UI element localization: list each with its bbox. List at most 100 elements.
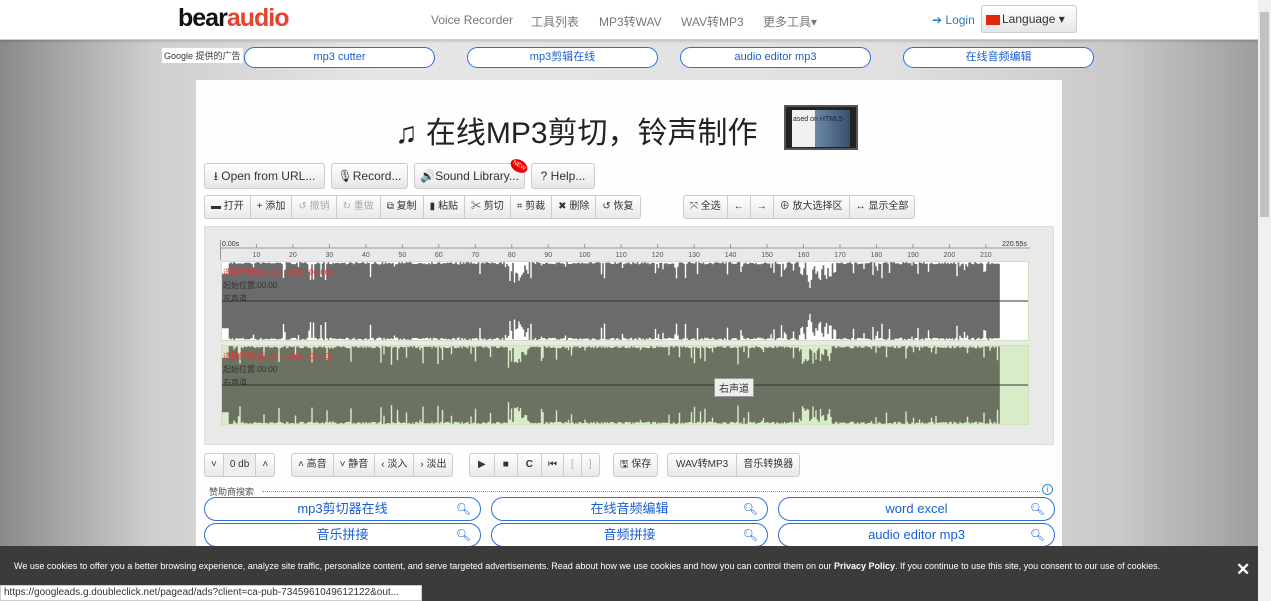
open-from-url-button[interactable]: ⭳ Open from URL... <box>204 163 325 189</box>
download-icon: ⭳ <box>213 169 218 183</box>
info-icon[interactable]: i <box>1042 484 1053 495</box>
logo[interactable]: bearaudio <box>178 4 289 33</box>
close-icon[interactable]: ✕ <box>1236 560 1250 580</box>
ruler-tick-label: 10 <box>253 252 261 259</box>
sponsor-search-link[interactable]: mp3剪切器在线 🔍︎ <box>204 497 481 521</box>
mute-button[interactable]: ˅ 静音 <box>334 454 376 476</box>
volume-control: ˅ 0 db ˄ <box>204 453 276 477</box>
selection-range-label: 选择区域:00:00 - 00:00 (00:00) <box>223 268 332 277</box>
zoom-button[interactable]: ⊕ 放大选择区 <box>774 196 850 218</box>
channel-name-label: 右声道 <box>223 378 247 387</box>
ad-link[interactable]: audio editor mp3 <box>680 47 871 68</box>
ad-link[interactable]: mp3 cutter <box>244 47 435 68</box>
search-icon: 🔍︎ <box>455 528 471 542</box>
ruler-tick-label: 20 <box>289 252 297 259</box>
volume-up-button[interactable]: ˄ <box>256 454 274 476</box>
right-channel-waveform[interactable]: 选择区域:00:00 - 00:00 (00:00) 起始位置:00:00 右声道 <box>221 345 1029 425</box>
ruler-tick-label: 120 <box>652 252 664 259</box>
search-icon: 🔍︎ <box>455 502 471 516</box>
start-position-label: 起始位置:00:00 <box>223 365 278 374</box>
loop-icon[interactable]: C <box>518 454 542 476</box>
restore-button[interactable]: ↺ 恢复 <box>596 196 639 218</box>
redo-button[interactable]: ↻ 重做 <box>337 196 381 218</box>
undo-button[interactable]: ↺ 撤销 <box>292 196 337 218</box>
ruler-tick-label: 100 <box>579 252 591 259</box>
wav-to-mp3-button[interactable]: WAV转MP3 <box>668 454 738 476</box>
edit-toolbar: ▬ 打开 + 添加 ↺ 撤销 ↻ 重做 ⧉ 复制 ▮ 粘贴 ✂ 剪切 ⌗ 剪裁 ✖ 删除 ↺ 恢复 <box>204 195 641 219</box>
scrollbar[interactable] <box>1258 0 1271 601</box>
nav-wav-to-mp3[interactable]: WAV转MP3 <box>681 13 744 30</box>
music-converter-button[interactable]: 音乐转换器 <box>737 454 799 476</box>
channel-name-label: 左声道 <box>223 294 247 303</box>
crop-button[interactable]: ⌗ 剪裁 <box>511 196 553 218</box>
folder-open-button[interactable]: ▬ 打开 <box>205 196 251 218</box>
video-thumbnail[interactable]: ased on HTML5 <box>784 105 858 150</box>
stop-icon[interactable]: ■ <box>495 454 518 476</box>
play-icon[interactable]: ▶ <box>470 454 495 476</box>
page-title: ♫ 在线MP3剪切，铃声制作 <box>395 117 758 150</box>
scissors-button[interactable]: ✂ 剪切 <box>465 196 511 218</box>
ruler-tick-label: 40 <box>362 252 370 259</box>
navbar: bearaudio Voice Recorder 工具列表 MP3转WAV WA… <box>0 0 1258 40</box>
nav-mp3-to-wav[interactable]: MP3转WAV <box>599 13 662 30</box>
nav-voice-recorder[interactable]: Voice Recorder <box>431 13 513 27</box>
privacy-policy-link[interactable]: Privacy Policy <box>834 561 895 571</box>
search-icon: 🔍︎ <box>1029 502 1045 516</box>
expand-button[interactable]: ↔ 显示全部 <box>850 196 915 218</box>
left-channel-waveform[interactable]: 选择区域:00:00 - 00:00 (00:00) 起始位置:00:00 左声道 <box>221 261 1029 341</box>
arrow-right-button[interactable]: → <box>751 196 774 218</box>
ruler-end-label: 220.55s <box>1002 241 1027 248</box>
time-ruler[interactable]: 0.00s 220.55s 10 20 30 40 50 60 70 80 90 100 110 120 1… <box>220 238 1030 260</box>
ruler-tick-label: 210 <box>980 252 992 259</box>
effects-toolbar: ˄ 高音 ˅ 静音 ‹ 淡入 › 淡出 <box>291 453 454 477</box>
delete-button[interactable]: ✖ 删除 <box>552 196 597 218</box>
playback-toolbar: ▶ ■ C ⏮ [ ] <box>469 453 600 477</box>
login-icon: ➔ <box>932 13 943 27</box>
ruler-tick-label: 130 <box>688 252 700 259</box>
arrow-left-button[interactable]: ← <box>728 196 751 218</box>
plus-button[interactable]: + 添加 <box>251 196 293 218</box>
ruler-tick-label: 150 <box>761 252 773 259</box>
ad-link[interactable]: 在线音频编辑 <box>903 47 1094 68</box>
ruler-tick-label: 60 <box>435 252 443 259</box>
nav-more-tools[interactable]: 更多工具▾ <box>763 13 817 30</box>
view-toolbar: ⤧ 全选 ← → ⊕ 放大选择区 ↔ 显示全部 <box>683 195 916 219</box>
volume-down-button[interactable]: ˅ <box>205 454 224 476</box>
sponsor-search-link[interactable]: audio editor mp3 🔍︎ <box>778 523 1055 547</box>
help-button[interactable]: ? Help... <box>531 163 595 189</box>
sponsor-search-link[interactable]: word excel 🔍︎ <box>778 497 1055 521</box>
mark-end-button[interactable]: ] <box>582 454 599 476</box>
fade-out-button[interactable]: › 淡出 <box>414 454 452 476</box>
language-dropdown[interactable]: Language ▾ <box>981 5 1077 33</box>
login-link[interactable]: ➔ Login <box>932 13 975 27</box>
save-button[interactable]: 🖫 保存 <box>613 453 659 477</box>
sponsor-search-link[interactable]: 音乐拼接 🔍︎ <box>204 523 481 547</box>
sponsor-search-link[interactable]: 在线音频编辑 🔍︎ <box>491 497 768 521</box>
record-button[interactable]: 🎙Record... <box>331 163 408 189</box>
status-bar-url: https://googleads.g.doubleclick.net/page… <box>0 585 422 601</box>
ruler-tick-label: 90 <box>544 252 552 259</box>
microphone-icon: 🎙 <box>337 169 353 183</box>
sound-library-button[interactable]: 🔊Sound Library... NEW <box>414 156 530 189</box>
search-icon: 🔍︎ <box>1029 528 1045 542</box>
ruler-start-label: 0.00s <box>222 241 240 248</box>
search-icon: 🔍︎ <box>742 528 758 542</box>
paste-button[interactable]: ▮ 粘贴 <box>424 196 465 218</box>
ruler-tick-label: 140 <box>725 252 737 259</box>
ruler-tick-label: 30 <box>326 252 334 259</box>
skip-back-icon[interactable]: ⏮ <box>542 454 564 476</box>
ruler-tick-label: 110 <box>616 252 627 259</box>
search-icon: 🔍︎ <box>742 502 758 516</box>
copy-button[interactable]: ⧉ 复制 <box>381 196 424 218</box>
channel-tooltip: 右声道 <box>714 378 754 397</box>
google-ads-label[interactable]: Google 提供的广告 <box>162 48 243 63</box>
speaker-icon: 🔊 <box>420 169 436 183</box>
ruler-tick-label: 170 <box>834 252 846 259</box>
mark-start-button[interactable]: [ <box>564 454 582 476</box>
select-all-button[interactable]: ⤧ 全选 <box>684 196 728 218</box>
fade-in-button[interactable]: ‹ 淡入 <box>375 454 415 476</box>
treble-button[interactable]: ˄ 高音 <box>292 454 334 476</box>
ad-link[interactable]: mp3剪辑在线 <box>467 47 658 68</box>
nav-tools-list[interactable]: 工具列表 <box>531 13 579 30</box>
sponsor-search-link[interactable]: 音频拼接 🔍︎ <box>491 523 768 547</box>
